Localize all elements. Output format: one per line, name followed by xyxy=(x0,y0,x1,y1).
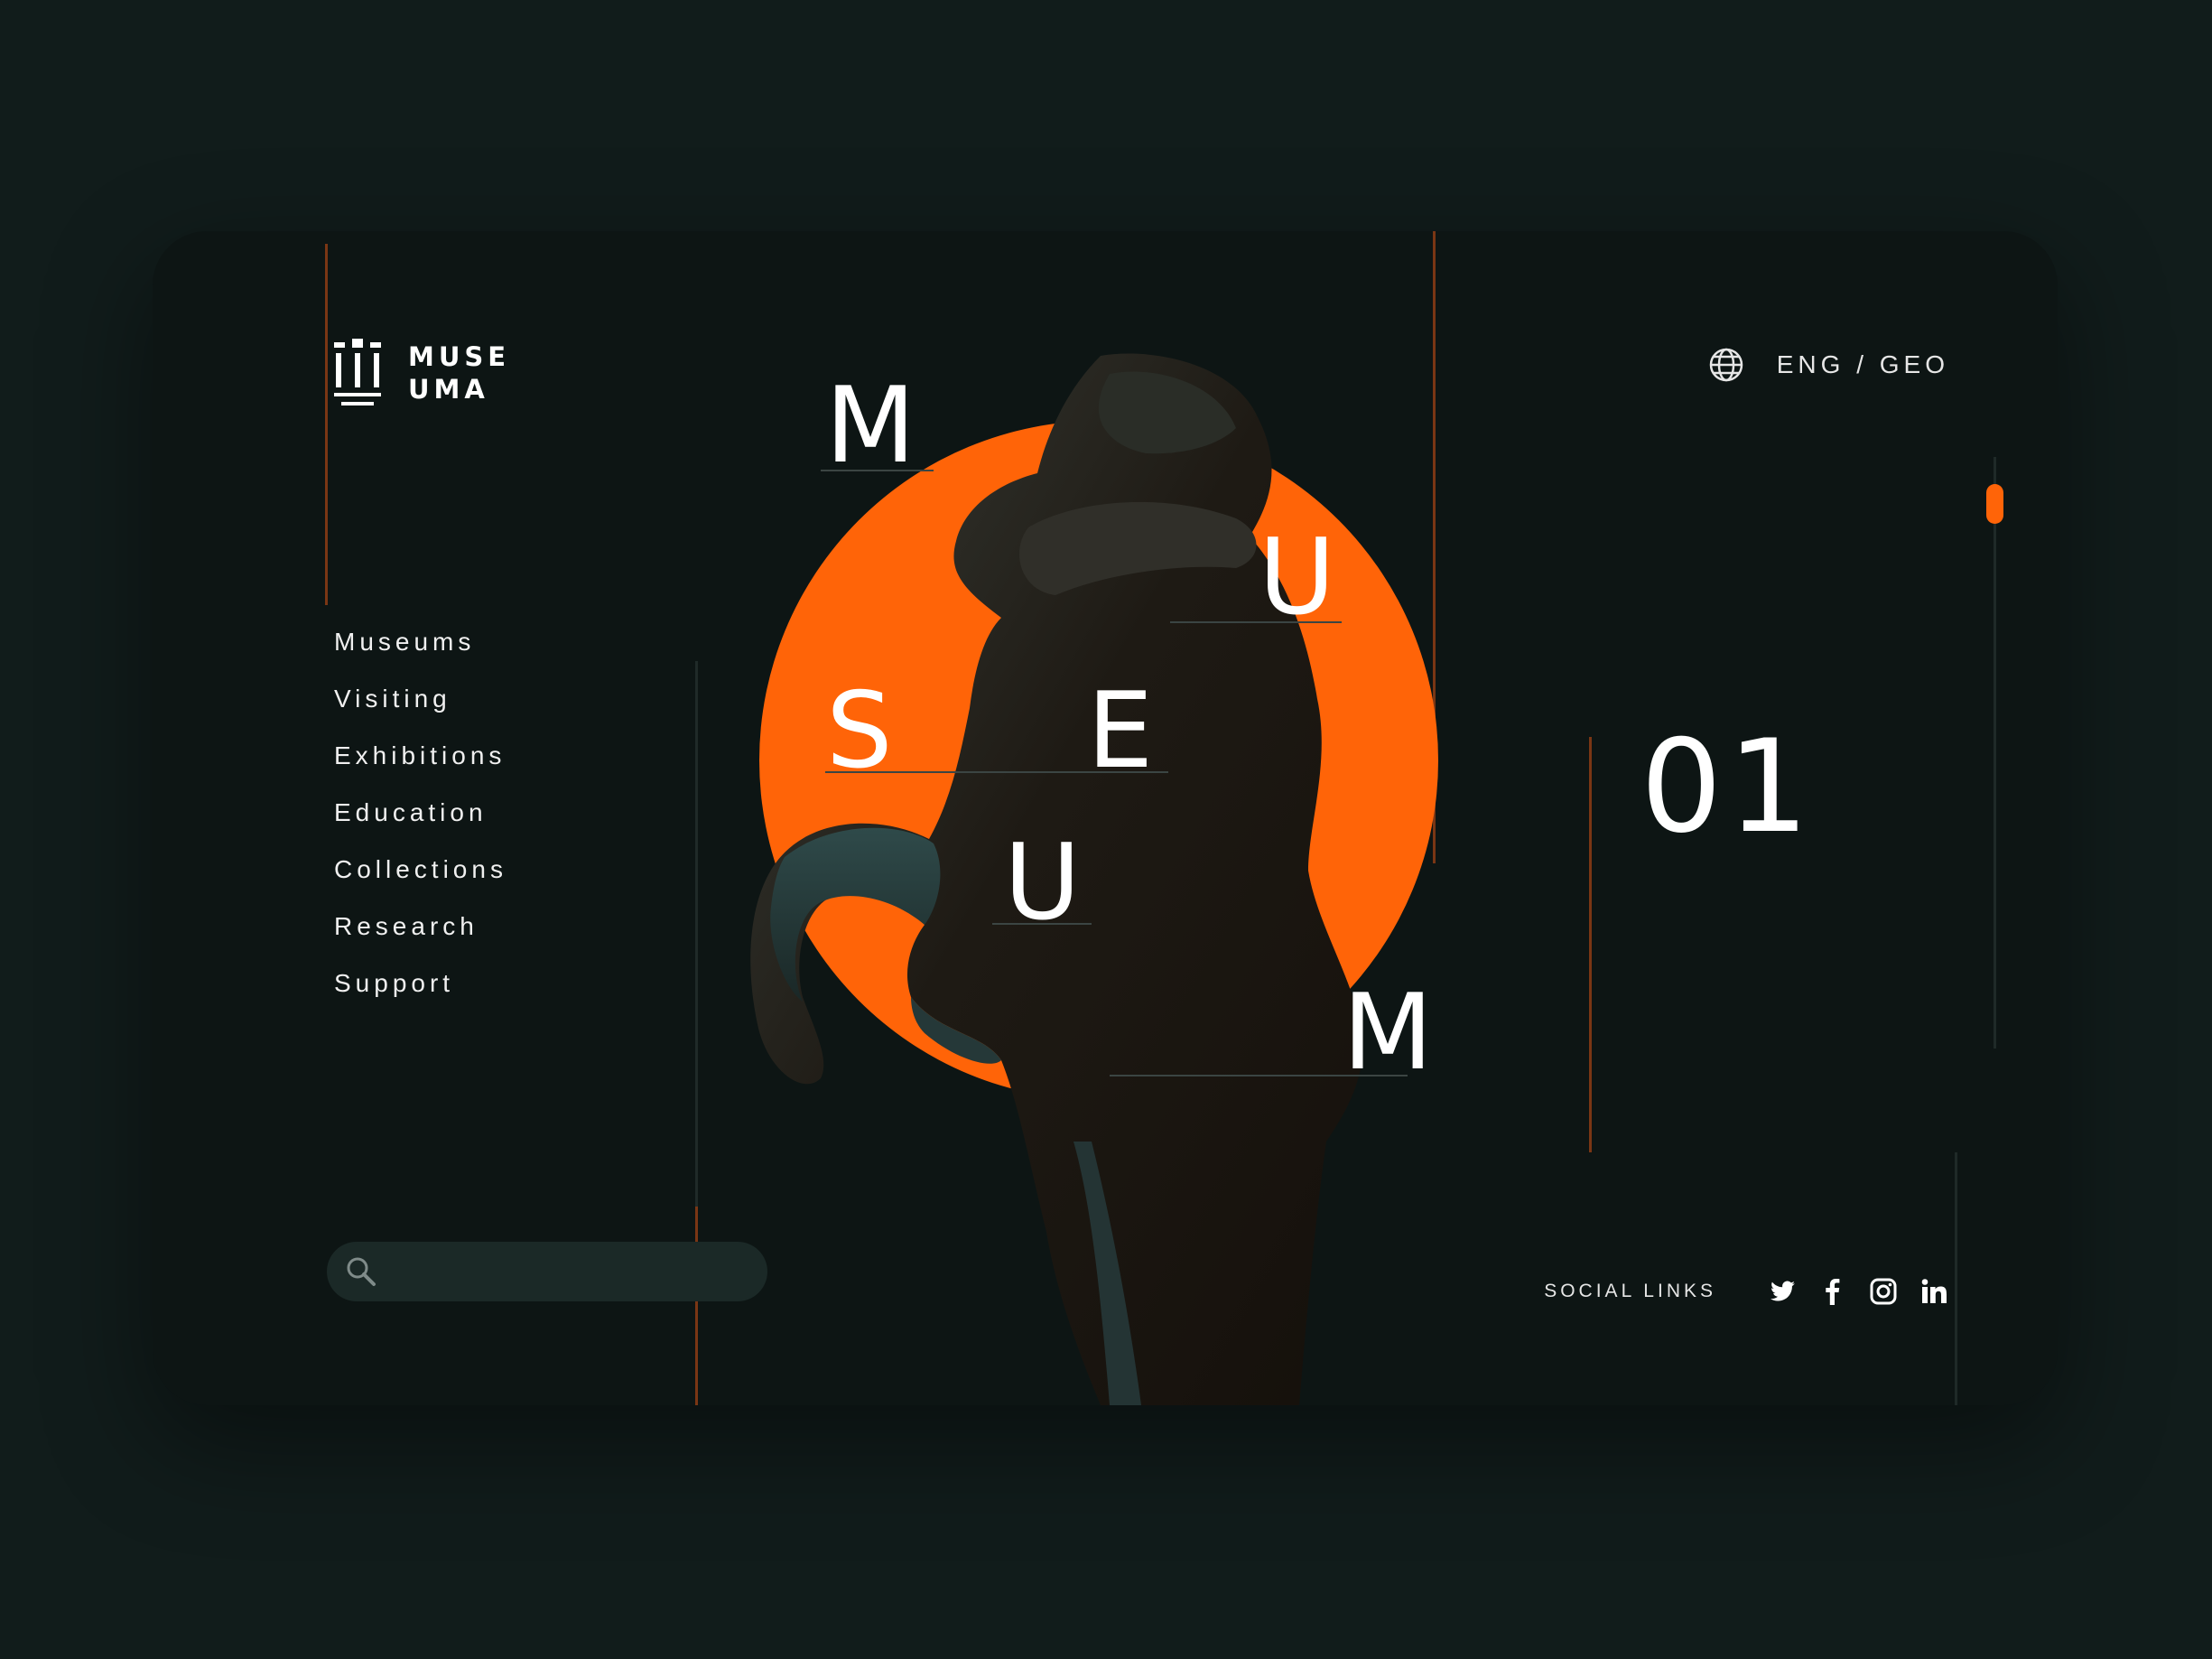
nav-item-museums[interactable]: Museums xyxy=(334,629,507,685)
search-input[interactable] xyxy=(390,1256,755,1287)
decor-line xyxy=(325,244,328,605)
hero-letter-s: S xyxy=(826,670,893,792)
main-nav: Museums Visiting Exhibitions Education C… xyxy=(334,629,507,1027)
social-links: SOCIAL LINKS xyxy=(1544,1276,1949,1307)
search-bar[interactable] xyxy=(327,1242,767,1301)
nav-item-support[interactable]: Support xyxy=(334,970,507,1027)
search-icon[interactable] xyxy=(345,1255,377,1288)
brand-line-2: UMA xyxy=(408,374,489,405)
nav-item-exhibitions[interactable]: Exhibitions xyxy=(334,742,507,799)
language-switcher[interactable]: ENG / GEO xyxy=(1708,347,1949,383)
twitter-icon[interactable] xyxy=(1767,1276,1798,1307)
language-label[interactable]: ENG / GEO xyxy=(1777,350,1949,379)
hero-letter-u2: U xyxy=(1004,822,1081,944)
museum-columns-icon xyxy=(334,339,381,405)
scroll-track[interactable] xyxy=(1994,457,1996,1049)
nav-item-education[interactable]: Education xyxy=(334,799,507,856)
museum-homepage-card: MUSE UMA ENG / GEO Museums Visiting Exhi… xyxy=(153,231,2058,1405)
nav-item-research[interactable]: Research xyxy=(334,913,507,970)
hero-letter-e: E xyxy=(1087,670,1154,792)
globe-icon xyxy=(1709,348,1743,382)
hero-letter-u1: U xyxy=(1259,517,1335,638)
social-links-label: SOCIAL LINKS xyxy=(1544,1281,1716,1301)
letter-underline xyxy=(821,470,934,471)
instagram-icon[interactable] xyxy=(1868,1276,1899,1307)
linkedin-icon[interactable] xyxy=(1919,1276,1949,1307)
scroll-thumb[interactable] xyxy=(1986,484,2003,524)
letter-underline xyxy=(1170,621,1342,623)
nav-item-collections[interactable]: Collections xyxy=(334,856,507,913)
brand-line-1: MUSE xyxy=(408,341,511,372)
decor-line xyxy=(1955,1152,1957,1405)
hero-letter-m2: M xyxy=(1343,972,1434,1094)
slide-number: 01 xyxy=(1640,713,1815,862)
letter-underline xyxy=(1110,1075,1408,1076)
decor-line xyxy=(1589,737,1592,1152)
brand-name: MUSE UMA xyxy=(408,340,510,405)
hero-letter-m1: M xyxy=(825,365,916,487)
brand-logo[interactable]: MUSE UMA xyxy=(334,339,510,407)
statue-image xyxy=(750,353,1363,1405)
decor-line xyxy=(695,1207,698,1405)
letter-underline xyxy=(992,923,1092,925)
facebook-icon[interactable] xyxy=(1817,1276,1848,1307)
nav-item-visiting[interactable]: Visiting xyxy=(334,685,507,742)
